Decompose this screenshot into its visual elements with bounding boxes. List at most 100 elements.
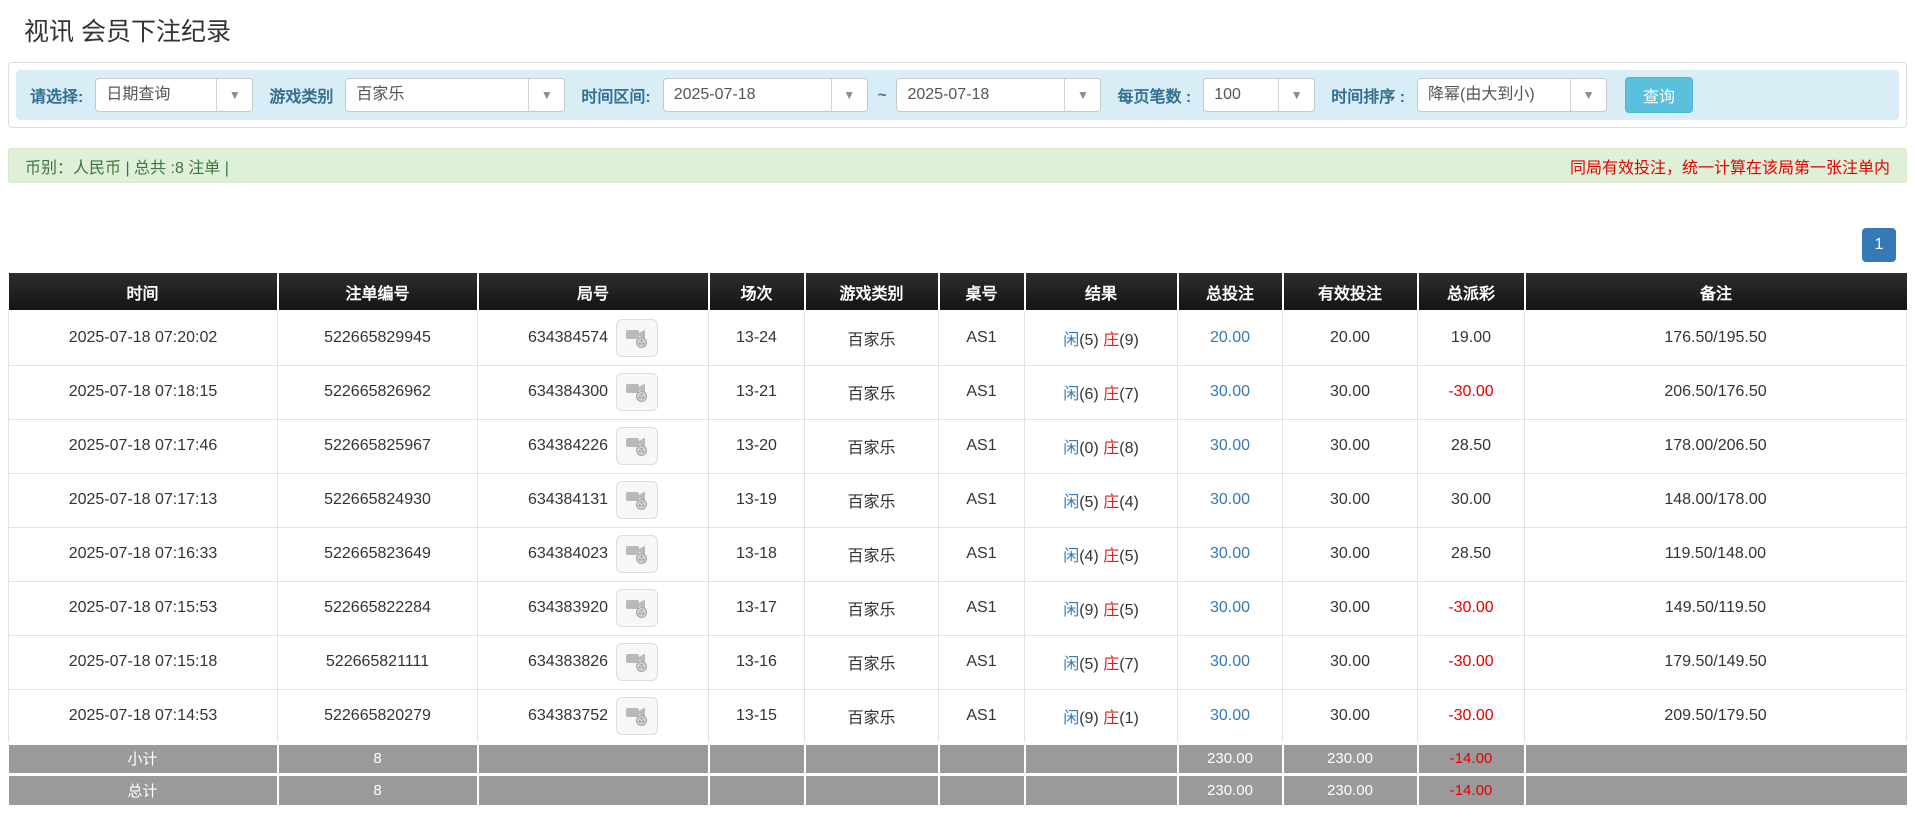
page-size-value: 100 [1214, 86, 1241, 103]
result-cell: 闲(4) 庄(5) [1024, 526, 1178, 582]
banker-label: 庄 [1103, 548, 1120, 565]
date-from-select[interactable]: 2025-07-18 ▼ [662, 78, 868, 112]
total-bet-cell: 30.00 [1177, 418, 1283, 474]
remark-cell: 179.50/149.50 [1524, 634, 1907, 690]
filter-panel: 请选择: 日期查询 ▼ 游戏类别 百家乐 ▼ 时间区间: 2025-07-18 … [8, 62, 1907, 128]
game-cell: 百家乐 [804, 418, 939, 474]
chevron-down-icon: ▼ [830, 79, 867, 111]
payout-cell: -30.00 [1417, 580, 1525, 636]
time-sort-select[interactable]: 降幂(由大到小) ▼ [1417, 78, 1608, 112]
total-payout: -14.00 [1417, 772, 1526, 805]
remark-cell: 148.00/178.00 [1524, 472, 1907, 528]
game-cell: 百家乐 [804, 526, 939, 582]
total-bet-link[interactable]: 30.00 [1210, 383, 1250, 400]
banker-score: (8) [1119, 440, 1139, 457]
total-bet-link[interactable]: 30.00 [1210, 491, 1250, 508]
player-score: (5) [1079, 494, 1099, 511]
video-replay-button[interactable] [616, 643, 659, 681]
session-cell: 13-20 [708, 418, 805, 474]
banker-label: 庄 [1103, 709, 1120, 727]
game-category-value: 百家乐 [356, 86, 405, 103]
game-cell: 百家乐 [804, 364, 939, 420]
banker-label: 庄 [1103, 494, 1120, 511]
filter-bar: 请选择: 日期查询 ▼ 游戏类别 百家乐 ▼ 时间区间: 2025-07-18 … [16, 70, 1899, 120]
bet-id-cell: 522665822284 [277, 580, 478, 636]
round-id-cell: 634384023 [477, 526, 709, 582]
table-no-cell: AS1 [938, 634, 1025, 690]
video-camera-icon [626, 383, 648, 402]
total-bet-link[interactable]: 30.00 [1210, 653, 1250, 670]
page-size-select[interactable]: 100 ▼ [1203, 78, 1316, 112]
video-replay-button[interactable] [616, 481, 659, 519]
total-bet-link[interactable]: 30.00 [1210, 437, 1250, 454]
video-replay-button[interactable] [616, 696, 659, 735]
table-no-cell: AS1 [938, 526, 1025, 582]
round-id-cell: 634384226 [477, 418, 709, 474]
video-replay-button[interactable] [616, 319, 659, 358]
player-label: 闲 [1063, 440, 1080, 457]
result-cell: 闲(5) 庄(7) [1024, 634, 1178, 690]
banker-label: 庄 [1103, 440, 1120, 457]
table-no-cell: AS1 [938, 472, 1025, 528]
player-label: 闲 [1063, 494, 1080, 511]
banker-score: (4) [1119, 494, 1139, 511]
total-row: 总计 8 230.00 230.00 -14.00 [8, 772, 1907, 805]
query-type-select[interactable]: 日期查询 ▼ [95, 78, 254, 112]
chevron-down-icon: ▼ [1278, 79, 1315, 111]
session-cell: 13-24 [708, 310, 805, 366]
total-bet-link[interactable]: 30.00 [1210, 599, 1250, 616]
table-row: 2025-07-18 07:18:15 522665826962 6343843… [8, 364, 1907, 420]
subtotal-total-bet: 230.00 [1177, 741, 1284, 774]
table-header-row: 时间 注单编号 局号 场次 游戏类别 桌号 结果 总投注 有效投注 总派彩 备注 [8, 273, 1907, 312]
valid-bet-cell: 30.00 [1282, 634, 1418, 690]
chevron-down-icon: ▼ [216, 79, 253, 111]
player-label: 闲 [1063, 602, 1080, 619]
chevron-down-icon: ▼ [1064, 79, 1101, 111]
total-bet-cell: 20.00 [1177, 310, 1283, 366]
subtotal-label: 小计 [8, 741, 279, 774]
time-sort-value: 降幂(由大到小) [1428, 86, 1535, 103]
video-replay-button[interactable] [616, 427, 659, 465]
date-to-select[interactable]: 2025-07-18 ▼ [896, 78, 1102, 112]
result-cell: 闲(9) 庄(1) [1024, 688, 1178, 744]
total-bet-cell: 30.00 [1177, 472, 1283, 528]
total-bet-link[interactable]: 30.00 [1210, 545, 1250, 562]
bet-id-cell: 522665823649 [277, 526, 478, 582]
video-replay-button[interactable] [616, 589, 659, 627]
round-id-cell: 634384131 [477, 472, 709, 528]
col-header-valid-bet: 有效投注 [1282, 273, 1419, 312]
total-count: 8 [277, 772, 479, 805]
payout-cell: 19.00 [1417, 310, 1525, 366]
session-cell: 13-15 [708, 688, 805, 744]
payout-cell: -30.00 [1417, 634, 1525, 690]
session-cell: 13-19 [708, 472, 805, 528]
payout-cell: -30.00 [1417, 688, 1525, 744]
player-score: (9) [1079, 602, 1099, 619]
video-replay-button[interactable] [616, 535, 659, 573]
table-row: 2025-07-18 07:20:02 522665829945 6343845… [8, 310, 1907, 366]
col-header-session: 场次 [708, 273, 806, 312]
total-bet-link[interactable]: 20.00 [1210, 329, 1250, 346]
player-label: 闲 [1063, 709, 1080, 727]
video-camera-icon [626, 599, 648, 618]
page-1-button[interactable]: 1 [1862, 228, 1896, 262]
time-cell: 2025-07-18 07:15:53 [8, 580, 278, 636]
result-cell: 闲(0) 庄(8) [1024, 418, 1178, 474]
valid-bet-cell: 30.00 [1282, 472, 1418, 528]
game-category-select[interactable]: 百家乐 ▼ [345, 78, 566, 112]
total-total-bet: 230.00 [1177, 772, 1284, 805]
video-camera-icon [626, 437, 648, 456]
banker-score: (9) [1119, 332, 1139, 350]
query-type-label: 请选择: [30, 89, 84, 106]
bet-id-cell: 522665825967 [277, 418, 478, 474]
total-bet-link[interactable]: 30.00 [1210, 707, 1250, 724]
result-cell: 闲(9) 庄(5) [1024, 580, 1178, 636]
currency-summary-text: 币别：人民币 | 总共 :8 注单 | [25, 159, 229, 177]
banker-score: (1) [1119, 709, 1139, 727]
search-button[interactable]: 查询 [1625, 77, 1694, 113]
table-no-cell: AS1 [938, 418, 1025, 474]
session-cell: 13-17 [708, 580, 805, 636]
player-score: (4) [1079, 548, 1099, 565]
valid-bet-cell: 30.00 [1282, 688, 1418, 744]
video-replay-button[interactable] [616, 373, 659, 411]
